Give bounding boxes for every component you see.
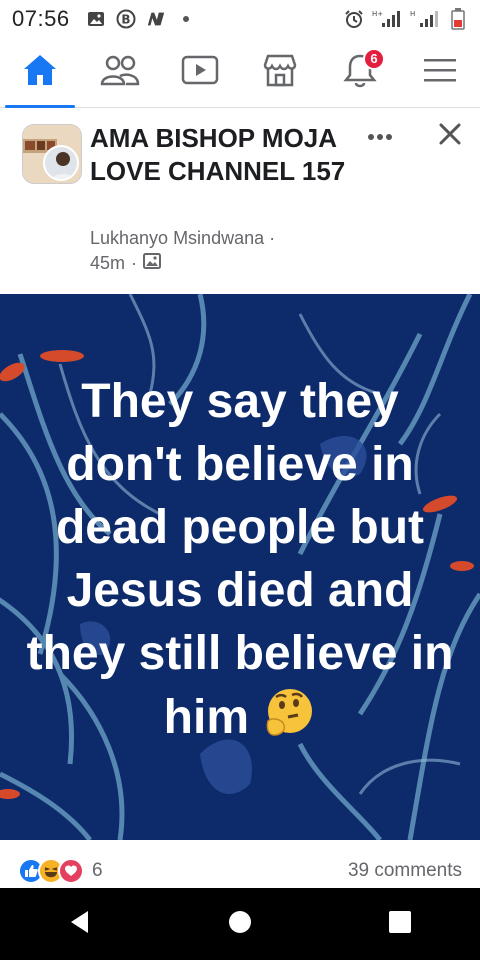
post-image[interactable]: They say they don't believe in dead peop… — [0, 294, 480, 840]
post-time: 45m — [90, 253, 126, 273]
comments-count[interactable]: 39 comments — [348, 860, 462, 882]
svg-text:B: B — [121, 13, 130, 27]
post-time-separator: · — [131, 253, 138, 273]
top-nav-bar: 6 — [0, 38, 480, 108]
nav-watch[interactable] — [160, 38, 240, 108]
signal-icon: H+ — [372, 9, 402, 29]
nav-home[interactable] — [0, 38, 80, 108]
android-home-button[interactable] — [200, 894, 280, 954]
signal-icon-2: H — [410, 9, 440, 29]
status-time: 07:56 — [12, 6, 70, 31]
post-author[interactable]: Lukhanyo Msindwana · — [90, 228, 275, 249]
close-icon — [438, 122, 462, 151]
recents-square-icon — [388, 910, 412, 939]
gallery-icon — [86, 9, 106, 29]
n-app-icon — [146, 9, 166, 29]
avatar-photo — [43, 145, 79, 181]
reaction-icons[interactable] — [18, 858, 84, 884]
b-app-icon: B — [116, 9, 136, 29]
post-title[interactable]: AMA BISHOP MOJA LOVE CHANNEL 157 — [90, 122, 360, 188]
nav-notifications[interactable]: 6 — [320, 38, 400, 108]
thinking-face-emoji — [262, 685, 316, 755]
alarm-icon — [344, 9, 364, 29]
home-icon — [22, 53, 58, 92]
more-horizontal-icon — [367, 117, 393, 148]
nav-menu[interactable] — [400, 38, 480, 108]
close-button[interactable] — [432, 118, 468, 154]
svg-text:H: H — [410, 10, 415, 18]
android-nav-bar — [0, 888, 480, 960]
post-image-quote: They say they don't believe in dead peop… — [26, 375, 454, 744]
android-recents-button[interactable] — [360, 894, 440, 954]
marketplace-icon — [261, 53, 299, 92]
page-avatar[interactable] — [22, 124, 82, 184]
nav-friends[interactable] — [80, 38, 160, 108]
status-bar: 07:56 B H+ H — [0, 0, 480, 38]
back-triangle-icon — [68, 909, 92, 940]
notification-badge: 6 — [363, 47, 385, 70]
more-options-button[interactable] — [362, 120, 398, 144]
reaction-count[interactable]: 6 — [92, 860, 103, 882]
video-icon — [181, 55, 219, 90]
post-image-text: They say they don't believe in dead peop… — [20, 370, 460, 755]
reactions-row: 6 39 comments — [0, 850, 480, 892]
home-circle-icon — [228, 910, 252, 939]
post-time-row: 45m · — [90, 253, 162, 274]
hamburger-menu-icon — [423, 56, 457, 89]
friends-icon — [100, 54, 140, 91]
love-reaction-icon — [58, 858, 84, 884]
dot-icon — [176, 9, 196, 29]
photo-icon — [143, 253, 162, 274]
svg-text:H+: H+ — [372, 10, 383, 18]
android-back-button[interactable] — [40, 894, 120, 954]
battery-icon — [448, 8, 468, 30]
post-header: AMA BISHOP MOJA LOVE CHANNEL 157 Lukhany… — [0, 110, 480, 294]
nav-marketplace[interactable] — [240, 38, 320, 108]
